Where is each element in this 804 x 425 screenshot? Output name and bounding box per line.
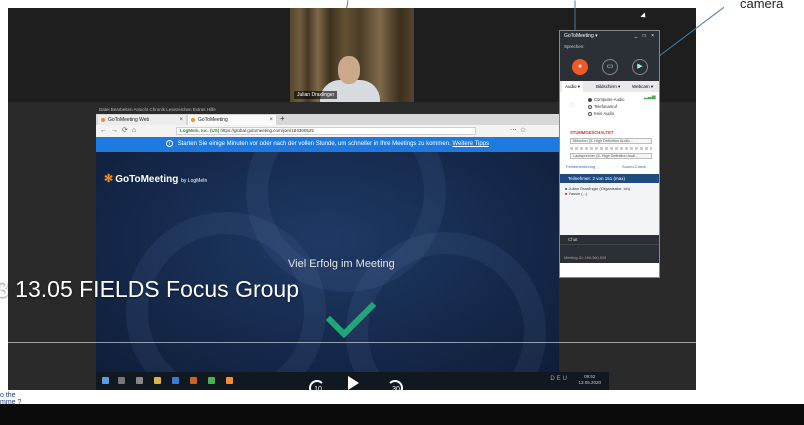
signal-icon: ▂▃▅ [644,94,656,100]
window-controls-icon[interactable]: _ □ × [635,31,657,42]
control-buttons: ● ▭ ▶ [560,51,659,81]
meeting-id: Meeting-ID: 184-360-525 [560,254,659,263]
clock-date: 13.05.2020 [578,380,601,385]
annotation-camera-label: camera [740,0,784,11]
speaking-label: Sprechen: [560,42,659,51]
browser-tab[interactable]: GoToMeeting Web × [98,115,186,125]
person-head [338,56,360,84]
play-icon [348,376,359,390]
microphone-icon[interactable]: ● [572,59,588,75]
video-player: camera Julian Draxlinger Datei Bearbeite… [0,0,804,425]
side-text-line: o the [0,392,16,399]
start-icon[interactable] [102,377,109,384]
chat-input[interactable] [560,244,659,254]
tab-audio[interactable]: Audio ▾ [562,81,584,92]
taskbar-clock[interactable]: 09:52 13.05.2020 [578,374,601,386]
gotomeeting-logo: ✻ GoToMeeting by LogMeIn [104,172,207,185]
radio-icon [588,111,592,116]
logo-text: GoToMeeting [115,174,179,185]
tab-webcam[interactable]: Webcam ▾ [632,81,653,92]
play-button[interactable] [348,376,362,392]
bottom-bar [0,404,804,425]
banner-link[interactable]: Weitere Tipps [452,141,489,147]
panel-title[interactable]: GoToMeeting ▾ [564,33,598,39]
panel-tabs: Audio ▾ Bildschirm ▾ Webcam ▾ [560,81,659,92]
participant-name: Yassin (...) [568,191,588,196]
tab-label: GoToMeeting Web [108,117,150,123]
exit-fullscreen-icon[interactable]: ⤡ [765,376,783,394]
radio-icon [588,104,592,109]
new-tab-icon[interactable]: + [280,114,285,123]
browser-tab-active[interactable]: GoToMeeting × [188,115,276,125]
browser-menubar[interactable]: Datei Bearbeiten Ansicht Chronik Lesezei… [96,105,559,114]
browser-tabbar: GoToMeeting Web × GoToMeeting × + [96,114,559,125]
tab-screen[interactable]: Bildschirm ▾ [596,81,620,92]
close-icon[interactable]: × [179,115,183,125]
system-tray[interactable]: DEU [550,376,569,382]
video-title: 3 13.05 FIELDS Focus Group [0,276,299,302]
browser-actions-icon[interactable]: ⋯☆ [510,126,529,134]
troubleshoot-link[interactable]: Fehlerbehebung [566,164,595,169]
audio-option-phone[interactable]: Telefonanruf [588,104,617,109]
rewind-button[interactable]: 10 [306,378,330,402]
audio-settings: ◌ ▂▃▅ Computer-Audio Telefonanruf Kein A… [560,92,659,174]
audio-option-computer[interactable]: Computer-Audio [588,97,625,102]
muted-status: STUMMGESCHALTET [570,130,614,135]
url-text: https://global.gotomeeting.com/join/1843… [220,128,314,133]
search-icon[interactable] [118,377,125,384]
forward-seconds: 30 [392,386,400,393]
screen-share-icon[interactable]: ▭ [602,59,618,75]
participants-list: ■ Julian Draxlinger (Organisator, ich) ■… [560,183,659,235]
participant-row[interactable]: ■ Yassin (...) [565,191,654,196]
app-icon[interactable] [172,377,179,384]
speaker-select[interactable]: Lautsprecher (5- High Definition Audi... [570,153,652,159]
gotomeeting-favicon-icon [101,118,105,122]
browser-window: Datei Bearbeiten Ansicht Chronik Lesezei… [96,105,559,390]
banner-text: Starten Sie einige Minuten vor oder nach… [177,141,451,147]
option-label: Computer-Audio [594,97,625,102]
secure-identity: LogMeIn, Inc. (US) [180,128,220,133]
firefox-icon[interactable] [190,377,197,384]
audio-option-none[interactable]: Kein Audio [588,111,614,116]
meeting-message: Viel Erfolg im Meeting [288,258,395,270]
gotomeeting-flower-icon: ✻ [104,173,114,185]
taskview-icon[interactable] [136,377,143,384]
logo-by: by LogMeIn [181,178,208,184]
close-icon[interactable]: × [269,115,273,125]
forward-button[interactable]: 30 [384,378,408,402]
gotomeeting-control-panel: GoToMeeting ▾ _ □ × Sprechen: ● ▭ ▶ Audi… [559,30,660,278]
gotomeeting-taskbar-icon[interactable] [226,377,233,384]
headset-icon: ◌ [570,100,575,109]
sound-check-link[interactable]: Sound-Check [622,164,646,169]
webcam-tile: Julian Draxlinger [290,8,414,102]
webcam-name-tag: Julian Draxlinger [294,91,338,99]
info-icon: i [165,140,173,147]
option-label: Kein Audio [594,111,615,116]
tips-banner: i Starten Sie einige Minuten vor oder na… [96,137,559,152]
mic-level-meter [570,147,652,150]
camera-icon[interactable]: ▶ [632,59,648,75]
checkmark-icon [326,302,376,338]
rewind-seconds: 10 [314,386,322,393]
explorer-icon[interactable] [154,377,161,384]
picture-in-picture-icon[interactable] [727,380,743,391]
microphone-select[interactable]: Mikrofon (5- High Definition Audio... [570,138,652,144]
option-label: Telefonanruf [594,104,618,109]
progress-bar[interactable] [0,342,804,343]
address-bar: ←→⟳⌂ LogMeIn, Inc. (US) https://global.g… [96,125,559,137]
nav-buttons-icon[interactable]: ←→⟳⌂ [100,126,140,134]
gotomeeting-favicon-icon [191,118,195,122]
radio-selected-icon [588,97,592,102]
language-indicator: DEU [550,376,569,382]
participants-header[interactable]: Teilnehmer: 2 von 151 (max) [560,174,659,183]
chat-header[interactable]: Chat [560,235,659,244]
tab-label: GoToMeeting [198,117,228,123]
panel-titlebar: GoToMeeting ▾ _ □ × [560,31,659,42]
chrome-icon[interactable] [208,377,215,384]
url-field[interactable]: LogMeIn, Inc. (US) https://global.gotome… [176,127,476,135]
